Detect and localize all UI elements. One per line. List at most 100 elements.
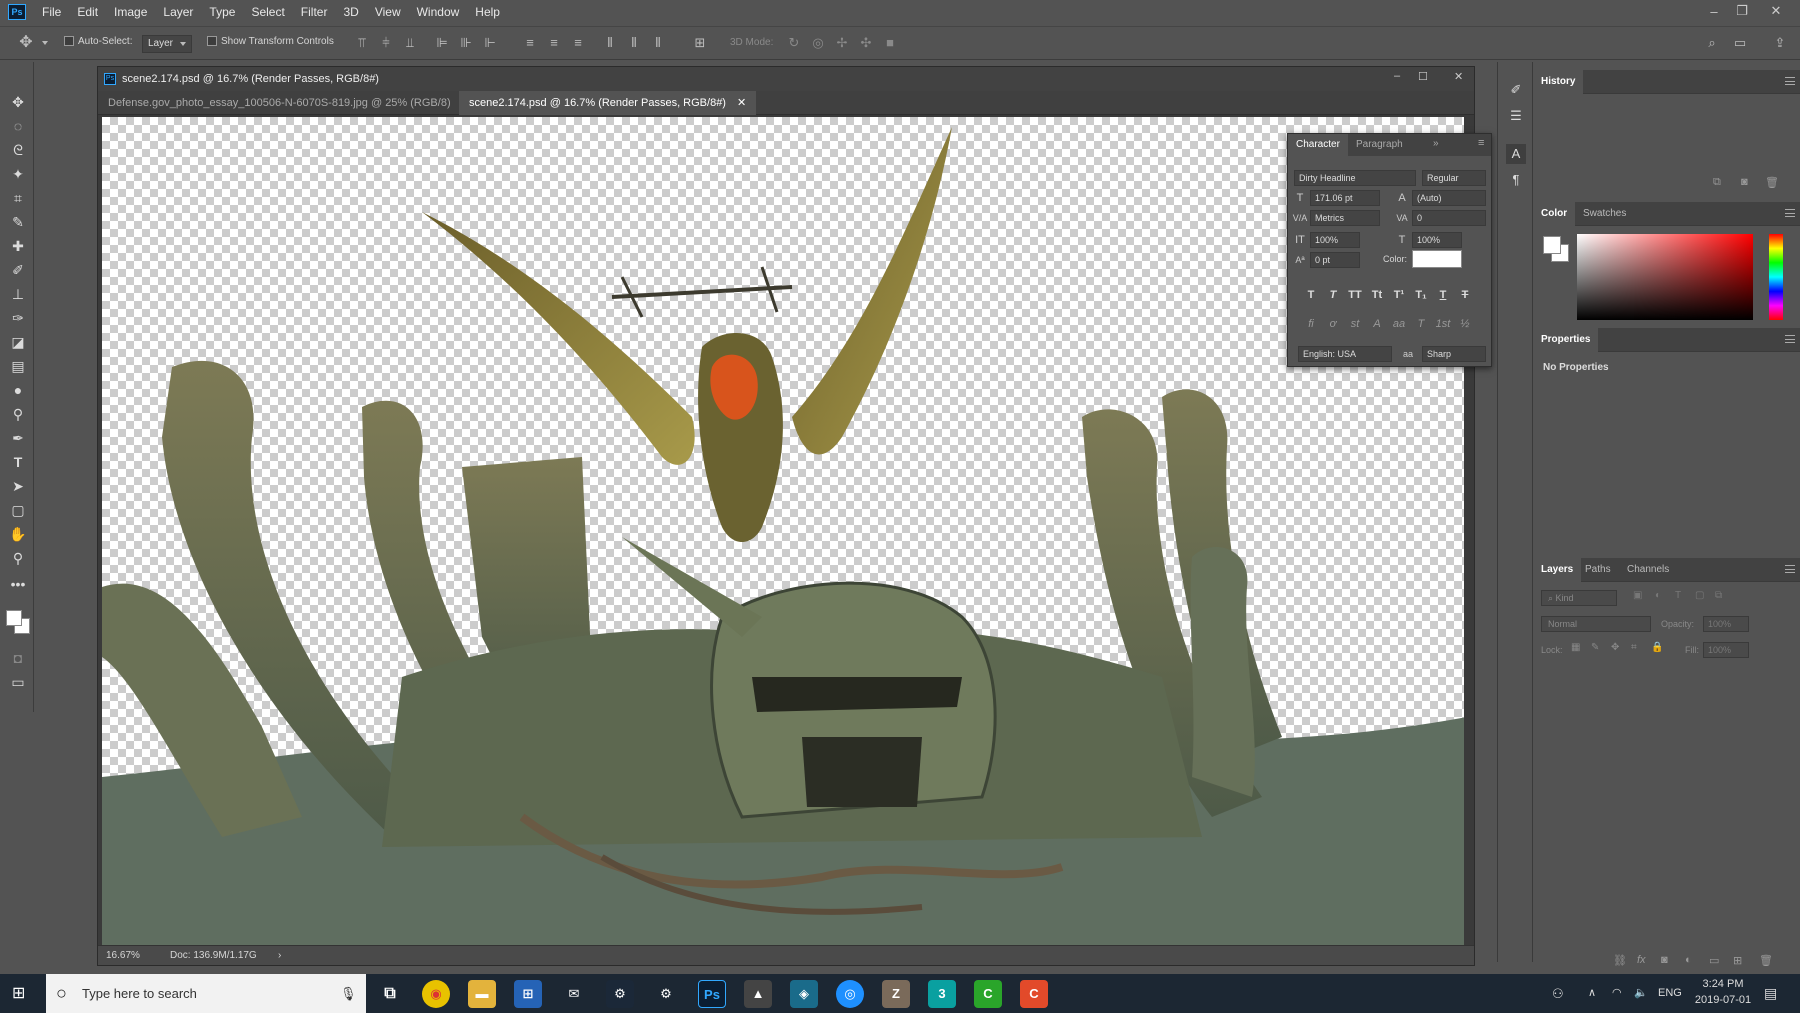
crop-tool-icon[interactable]: ⌗ (8, 188, 28, 208)
filter-pixel-icon[interactable]: ▣ (1633, 590, 1642, 601)
all-caps-button[interactable]: TT (1346, 287, 1364, 303)
dodge-tool-icon[interactable]: ⚲ (8, 404, 28, 424)
fill-field[interactable]: 100% (1703, 642, 1749, 658)
distribute-top-icon[interactable]: ≡ (522, 35, 538, 51)
horizontal-scale-field[interactable]: 100% (1412, 232, 1462, 248)
menu-3d[interactable]: 3D (335, 0, 366, 24)
menu-filter[interactable]: Filter (293, 0, 336, 24)
history-brush-tool-icon[interactable]: ✑ (8, 308, 28, 328)
taskbar-search-box[interactable]: ○ Type here to search 🎙 (46, 974, 366, 1013)
close-icon[interactable]: ✕ (1762, 0, 1790, 22)
clock-time[interactable]: 3:24 PM (1692, 978, 1754, 990)
minimize-icon[interactable]: – (1700, 0, 1728, 22)
menu-type[interactable]: Type (201, 0, 243, 24)
auto-align-icon[interactable]: ⊞ (692, 35, 708, 51)
panel-collapse-icon[interactable]: » (1433, 138, 1439, 149)
kerning-field[interactable]: Metrics (1310, 210, 1380, 226)
underline-button[interactable]: T (1434, 287, 1452, 303)
color-field[interactable] (1577, 234, 1753, 320)
mail-icon[interactable]: ✉ (560, 980, 588, 1008)
distribute-hcenter-icon[interactable]: ⫴ (626, 35, 642, 51)
character-panel-icon[interactable]: A (1506, 144, 1526, 164)
titling-alternates-button[interactable]: T (1412, 316, 1430, 332)
workspace-icon[interactable]: ▭ (1732, 35, 1748, 51)
menu-select[interactable]: Select (243, 0, 292, 24)
menu-layer[interactable]: Layer (155, 0, 201, 24)
photos-icon[interactable]: ▲ (744, 980, 772, 1008)
stylistic-alternates-button[interactable]: aa (1390, 316, 1408, 332)
distribute-left-icon[interactable]: ⫴ (602, 35, 618, 51)
tab-history[interactable]: History (1533, 70, 1584, 94)
align-right-icon[interactable]: ⊩ (482, 35, 498, 51)
move-tool-icon[interactable]: ✥ (18, 35, 34, 51)
microphone-icon[interactable]: 🎙 (340, 974, 357, 1013)
camtasia-green-icon[interactable]: C (974, 980, 1002, 1008)
discretionary-ligatures-button[interactable]: st (1346, 316, 1364, 332)
align-vcenter-icon[interactable]: ⫩ (378, 35, 394, 51)
filter-smart-object-icon[interactable]: ⧉ (1715, 590, 1722, 601)
color-menu-icon[interactable] (1785, 209, 1795, 217)
quick-mask-icon[interactable]: ◘ (8, 648, 28, 668)
camtasia-red-icon[interactable]: C (1020, 980, 1048, 1008)
menu-edit[interactable]: Edit (69, 0, 106, 24)
file-explorer-icon[interactable]: ▬ (468, 980, 496, 1008)
lock-all-icon[interactable]: 🔒 (1651, 642, 1663, 653)
filter-type-icon[interactable]: T (1675, 590, 1681, 601)
healing-brush-tool-icon[interactable]: ✚ (8, 236, 28, 256)
opacity-field[interactable]: 100% (1703, 616, 1749, 632)
menu-window[interactable]: Window (409, 0, 468, 24)
steam-icon[interactable]: ⚙ (606, 980, 634, 1008)
hue-slider[interactable] (1769, 234, 1783, 320)
auto-select-checkbox[interactable]: Auto-Select: (64, 36, 132, 47)
app-cube-icon[interactable]: ◈ (790, 980, 818, 1008)
font-style-dropdown[interactable]: Regular (1422, 170, 1486, 186)
eyedropper-tool-icon[interactable]: ✎ (8, 212, 28, 232)
shape-tool-icon[interactable]: ▢ (8, 500, 28, 520)
chrome-icon[interactable]: ◉ (422, 980, 450, 1008)
ligatures-button[interactable]: fi (1302, 316, 1320, 332)
language-dropdown[interactable]: English: USA (1298, 346, 1392, 362)
filter-adjustment-icon[interactable]: ◐ (1655, 590, 1661, 601)
3ds-max-icon[interactable]: 3 (928, 980, 956, 1008)
close-tab-icon[interactable]: ✕ (737, 97, 746, 109)
gradient-tool-icon[interactable]: ▤ (8, 356, 28, 376)
clock-date[interactable]: 2019-07-01 (1692, 994, 1754, 1006)
people-icon[interactable]: ⚇ (1552, 986, 1564, 1002)
new-snapshot-icon[interactable]: ⧉ (1713, 176, 1721, 189)
lock-artboard-icon[interactable]: ⌗ (1631, 642, 1637, 653)
ordinals-button[interactable]: 1st (1434, 316, 1452, 332)
superscript-button[interactable]: T¹ (1390, 287, 1408, 303)
faux-bold-button[interactable]: T (1302, 287, 1320, 303)
browser-icon[interactable]: ◎ (836, 980, 864, 1008)
clone-stamp-tool-icon[interactable]: ⊥ (8, 284, 28, 304)
search-icon[interactable]: ⌕ (1704, 35, 1720, 51)
new-layer-icon[interactable]: ⊞ (1733, 954, 1742, 967)
screen-mode-icon[interactable]: ▭ (8, 672, 28, 692)
volume-icon[interactable]: 🔈 (1634, 986, 1648, 999)
wifi-icon[interactable]: ◠ (1612, 986, 1622, 999)
old-style-button[interactable]: ơ (1324, 316, 1342, 332)
color-foreground-swatch[interactable] (1543, 236, 1561, 254)
vertical-scale-field[interactable]: 100% (1310, 232, 1360, 248)
adjustments-icon[interactable]: ☰ (1506, 106, 1526, 126)
lock-pixels-icon[interactable]: ✎ (1591, 642, 1599, 653)
delete-layer-icon[interactable]: 🗑 (1759, 954, 1773, 967)
chevron-up-icon[interactable]: ∧ (1588, 986, 1596, 999)
tab-color[interactable]: Color (1533, 202, 1576, 226)
document-canvas[interactable] (102, 117, 1467, 945)
menu-view[interactable]: View (367, 0, 409, 24)
type-tool-icon[interactable]: T (8, 452, 28, 472)
tab-swatches[interactable]: Swatches (1575, 202, 1634, 226)
layer-kind-filter[interactable]: ⌕ Kind (1541, 590, 1617, 606)
tab-channels[interactable]: Channels (1619, 558, 1677, 582)
3d-scale-icon[interactable]: ■ (882, 35, 898, 51)
swash-button[interactable]: A (1368, 316, 1386, 332)
menu-help[interactable]: Help (467, 0, 508, 24)
distribute-vcenter-icon[interactable]: ≡ (546, 35, 562, 51)
3d-roll-icon[interactable]: ◎ (810, 35, 826, 51)
tab-layers[interactable]: Layers (1533, 558, 1582, 582)
lock-transparent-icon[interactable]: ▦ (1571, 642, 1580, 653)
magic-wand-tool-icon[interactable]: ✦ (8, 164, 28, 184)
foreground-color-swatch[interactable] (6, 610, 22, 626)
doc-maximize-icon[interactable]: ☐ (1418, 70, 1428, 83)
